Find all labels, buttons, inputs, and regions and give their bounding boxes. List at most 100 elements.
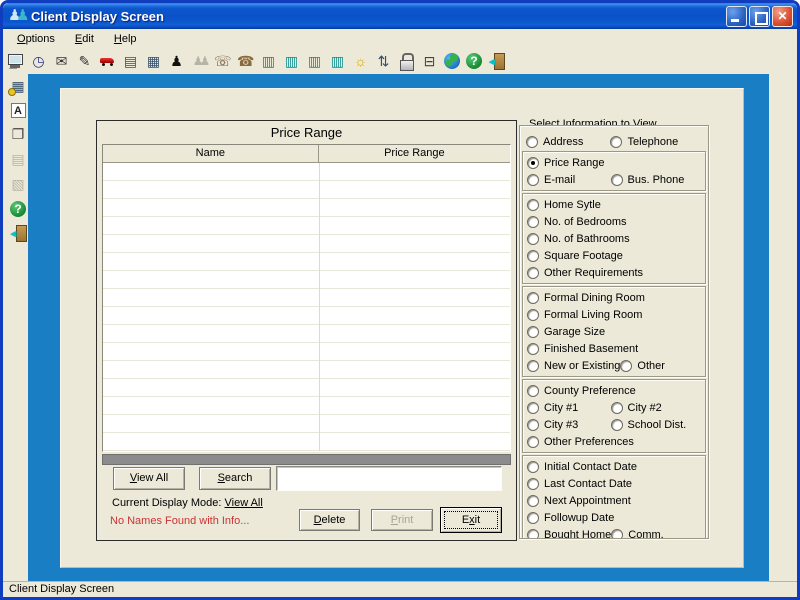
table-row[interactable]	[103, 181, 510, 199]
menu-help[interactable]: Help	[106, 32, 145, 46]
exit-button[interactable]: Exit	[440, 507, 502, 533]
table-row[interactable]	[103, 397, 510, 415]
option-price-range[interactable]: Price Range	[527, 157, 611, 169]
no-of-bedrooms-radio[interactable]	[527, 216, 539, 228]
table-row[interactable]	[103, 433, 510, 451]
table-row[interactable]	[103, 235, 510, 253]
option-finished-basement[interactable]: Finished Basement	[527, 343, 638, 355]
copy-icon[interactable]: ❐	[10, 126, 27, 143]
option-last-contact-date[interactable]: Last Contact Date	[527, 478, 632, 490]
comm-radio[interactable]	[611, 529, 623, 540]
table-row[interactable]	[103, 325, 510, 343]
font-icon[interactable]: A	[11, 103, 26, 118]
option-square-footage[interactable]: Square Footage	[527, 250, 623, 262]
close-button[interactable]	[772, 6, 793, 27]
clock-icon[interactable]: ◷	[30, 53, 47, 70]
garage-size-radio[interactable]	[527, 326, 539, 338]
horizontal-scrollbar[interactable]	[102, 454, 511, 465]
home-sytle-radio[interactable]	[527, 199, 539, 211]
car-icon[interactable]	[99, 53, 116, 70]
option-bus-phone[interactable]: Bus. Phone	[611, 174, 685, 186]
table-row[interactable]	[103, 415, 510, 433]
county-preference-radio[interactable]	[527, 385, 539, 397]
formal-living-room-radio[interactable]	[527, 309, 539, 321]
option-comm[interactable]: Comm.	[611, 529, 663, 540]
option-school-dist[interactable]: School Dist.	[611, 419, 687, 431]
next-appointment-radio[interactable]	[527, 495, 539, 507]
search-button[interactable]: Search	[199, 467, 271, 490]
contacts-icon[interactable]: ☏	[214, 53, 231, 70]
city-2-radio[interactable]	[611, 402, 623, 414]
other-preferences-radio[interactable]	[527, 436, 539, 448]
option-other-preferences[interactable]: Other Preferences	[527, 436, 634, 448]
table-row[interactable]	[103, 361, 510, 379]
spreadsheet-icon[interactable]: ▦	[10, 78, 27, 95]
search-input[interactable]	[276, 466, 502, 491]
bus-phone-radio[interactable]	[611, 174, 623, 186]
building-icon-3[interactable]: ▥	[306, 53, 323, 70]
city-1-radio[interactable]	[527, 402, 539, 414]
delete-button[interactable]: Delete	[299, 509, 360, 531]
table-row[interactable]	[103, 199, 510, 217]
computer-icon[interactable]	[7, 53, 24, 70]
option-bought-home[interactable]: Bought Home	[527, 529, 611, 540]
other-radio[interactable]	[620, 360, 632, 372]
option-county-preference[interactable]: County Preference	[527, 385, 636, 397]
menu-edit[interactable]: Edit	[67, 32, 102, 46]
minimize-button[interactable]	[726, 6, 747, 27]
building-icon-1[interactable]: ▥	[260, 53, 277, 70]
formal-dining-room-radio[interactable]	[527, 292, 539, 304]
option-other[interactable]: Other	[620, 360, 665, 372]
option-no-of-bedrooms[interactable]: No. of Bedrooms	[527, 216, 627, 228]
initial-contact-date-radio[interactable]	[527, 461, 539, 473]
help-icon[interactable]: ?	[10, 201, 26, 217]
printer-icon[interactable]: ⊟	[421, 53, 438, 70]
other-requirements-radio[interactable]	[527, 267, 539, 279]
option-city-2[interactable]: City #2	[611, 402, 662, 414]
view-all-button[interactable]: View All	[113, 467, 185, 490]
option-new-or-existing[interactable]: New or Existing	[527, 360, 620, 372]
option-other-requirements[interactable]: Other Requirements	[527, 267, 643, 279]
table-row[interactable]	[103, 163, 510, 181]
option-address[interactable]: Address	[526, 136, 610, 148]
person-icon[interactable]: ♟	[168, 53, 185, 70]
column-header-price-range[interactable]: Price Range	[319, 145, 510, 162]
table-row[interactable]	[103, 289, 510, 307]
help-icon[interactable]: ?	[466, 53, 482, 69]
exit-icon[interactable]	[10, 225, 27, 242]
finished-basement-radio[interactable]	[527, 343, 539, 355]
new-or-existing-radio[interactable]	[527, 360, 539, 372]
option-initial-contact-date[interactable]: Initial Contact Date	[527, 461, 637, 473]
option-home-sytle[interactable]: Home Sytle	[527, 199, 611, 211]
table-row[interactable]	[103, 307, 510, 325]
table-row[interactable]	[103, 217, 510, 235]
table-row[interactable]	[103, 343, 510, 361]
city-3-radio[interactable]	[527, 419, 539, 431]
school-dist-radio[interactable]	[611, 419, 623, 431]
building-icon-4[interactable]: ▥	[329, 53, 346, 70]
notes-icon[interactable]: ✎	[76, 53, 93, 70]
sort-icon[interactable]: ⇅	[375, 53, 392, 70]
globe-icon[interactable]	[444, 53, 460, 69]
exit-icon[interactable]	[488, 53, 505, 70]
phone-icon[interactable]: ☎	[237, 53, 254, 70]
building-icon-2[interactable]: ▥	[283, 53, 300, 70]
telephone-radio[interactable]	[610, 136, 622, 148]
option-formal-living-room[interactable]: Formal Living Room	[527, 309, 642, 321]
last-contact-date-radio[interactable]	[527, 478, 539, 490]
e-mail-radio[interactable]	[527, 174, 539, 186]
address-radio[interactable]	[526, 136, 538, 148]
no-of-bathrooms-radio[interactable]	[527, 233, 539, 245]
option-no-of-bathrooms[interactable]: No. of Bathrooms	[527, 233, 630, 245]
square-footage-radio[interactable]	[527, 250, 539, 262]
price-range-radio[interactable]	[527, 157, 539, 169]
lightbulb-icon[interactable]: ☼	[352, 53, 369, 70]
option-telephone[interactable]: Telephone	[610, 136, 678, 148]
option-formal-dining-room[interactable]: Formal Dining Room	[527, 292, 645, 304]
followup-date-radio[interactable]	[527, 512, 539, 524]
option-followup-date[interactable]: Followup Date	[527, 512, 614, 524]
option-next-appointment[interactable]: Next Appointment	[527, 495, 631, 507]
maximize-button[interactable]	[749, 6, 770, 27]
menu-options[interactable]: Options	[9, 32, 63, 46]
schedule-icon[interactable]: ▦	[145, 53, 162, 70]
